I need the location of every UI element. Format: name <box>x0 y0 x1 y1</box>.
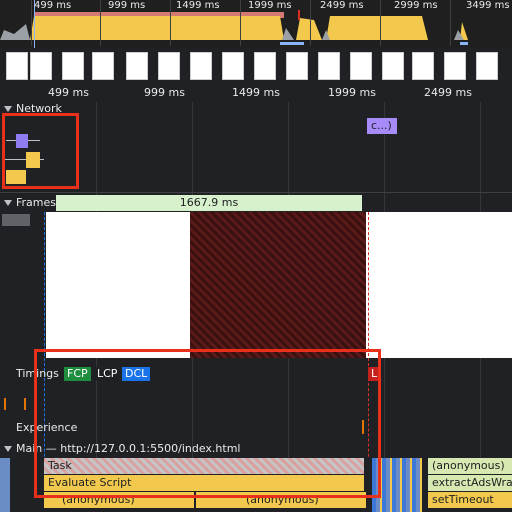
expand-triangle-icon[interactable] <box>4 446 12 452</box>
filmstrip-frame[interactable] <box>382 52 404 80</box>
frame-screenshot[interactable] <box>366 212 512 358</box>
frame-block[interactable] <box>2 214 30 226</box>
ruler-tick: 1999 ms <box>328 86 376 99</box>
overview-tick: 2999 ms <box>394 0 438 11</box>
overview-tick: 1999 ms <box>248 0 292 11</box>
ruler-tick: 2499 ms <box>424 86 472 99</box>
filmstrip-frame[interactable] <box>190 52 212 80</box>
filmstrip-frame[interactable] <box>222 52 244 80</box>
highlight-box-network <box>2 113 79 189</box>
highlight-box-main <box>34 349 381 498</box>
overview-tick: 3499 ms <box>466 0 510 11</box>
extract-ads-block[interactable]: extractAdsWrap <box>428 475 512 491</box>
filmstrip-frame[interactable] <box>350 52 372 80</box>
ruler-tick: 1499 ms <box>232 86 280 99</box>
screenshot-filmstrip[interactable] <box>0 50 512 84</box>
filmstrip-frame[interactable] <box>92 52 114 80</box>
filmstrip-frame[interactable] <box>286 52 308 80</box>
filmstrip-frame[interactable] <box>476 52 498 80</box>
set-timeout-block[interactable]: setTimeout <box>428 492 512 508</box>
filmstrip-frame[interactable] <box>30 52 52 80</box>
filmstrip-frame[interactable] <box>158 52 180 80</box>
filmstrip-frame[interactable] <box>412 52 434 80</box>
frame-duration-bar[interactable]: 1667.9 ms <box>56 195 362 211</box>
ruler-tick: 499 ms <box>48 86 89 99</box>
overview-tick: 999 ms <box>108 0 146 11</box>
ruler-tick: 999 ms <box>144 86 185 99</box>
overview-tick: 499 ms <box>34 0 72 11</box>
timeline-overview[interactable]: 499 ms 999 ms 1499 ms 1999 ms 2499 ms 29… <box>0 0 512 48</box>
expand-triangle-icon[interactable] <box>4 200 12 206</box>
filmstrip-frame[interactable] <box>254 52 276 80</box>
anonymous-block[interactable]: (anonymous) <box>428 458 512 474</box>
network-request[interactable]: c...) <box>367 118 397 134</box>
filmstrip-frame[interactable] <box>444 52 466 80</box>
filmstrip-frame[interactable] <box>6 52 28 80</box>
expand-triangle-icon[interactable] <box>4 106 12 112</box>
filmstrip-frame[interactable] <box>62 52 84 80</box>
dropped-frame[interactable] <box>190 212 366 358</box>
overview-tick: 1499 ms <box>176 0 220 11</box>
filmstrip-frame[interactable] <box>318 52 340 80</box>
overview-tick: 2499 ms <box>320 0 364 11</box>
filmstrip-frame[interactable] <box>126 52 148 80</box>
frames-label: Frames <box>16 196 57 209</box>
time-ruler: 499 ms 999 ms 1499 ms 1999 ms 2499 ms <box>0 86 512 102</box>
frame-screenshot[interactable] <box>46 212 190 358</box>
